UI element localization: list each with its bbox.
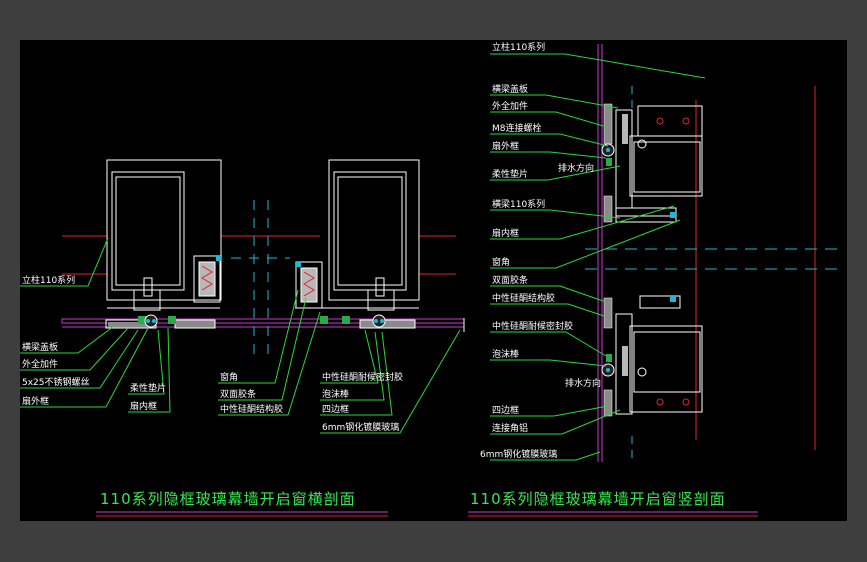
- label-mullion-right: 立柱110系列: [492, 41, 545, 53]
- label-pad-right: 柔性垫片: [492, 168, 528, 180]
- label-four-side-frame-right: 四边框: [492, 404, 519, 416]
- label-drain-1: 排水方向: [558, 162, 594, 174]
- label-sash-outer-left: 扇外框: [22, 395, 49, 407]
- label-foam-rod-right: 泡沫棒: [492, 348, 519, 360]
- label-screw-left: 5x25不锈钢螺丝: [22, 376, 90, 388]
- drawing-canvas: 立柱110系列 横梁盖板 外全加件 5x25不锈钢螺丝 扇外框 柔性垫片 扇内框…: [20, 40, 847, 521]
- left-section-drawing: [61, 159, 465, 360]
- right-section-drawing: [585, 44, 840, 462]
- label-glass-right: 6mm钢化镀膜玻璃: [480, 448, 557, 460]
- label-four-side-frame-left: 四边框: [322, 403, 349, 415]
- label-weather-sealant-right: 中性硅酮耐候密封胶: [492, 320, 573, 332]
- label-mullion-left: 立柱110系列: [22, 274, 75, 286]
- label-window-corner-right: 窗角: [492, 256, 510, 268]
- cad-drawing: 立柱110系列 横梁盖板 外全加件 5x25不锈钢螺丝 扇外框 柔性垫片 扇内框…: [20, 41, 840, 517]
- label-transom-right: 横梁110系列: [492, 198, 545, 210]
- label-glue-strip-right: 双面胶条: [492, 274, 528, 286]
- label-corner-alu-right: 连接角铝: [492, 422, 528, 434]
- label-foam-rod-left: 泡沫棒: [322, 388, 349, 400]
- left-title: 110系列隐框玻璃幕墙开启窗横剖面: [100, 490, 356, 508]
- label-glass-left: 6mm钢化镀膜玻璃: [322, 421, 399, 433]
- label-struct-sealant-left: 中性硅酮结构胶: [220, 403, 283, 415]
- label-cover-right: 横梁盖板: [492, 83, 528, 95]
- label-outer-part-right: 外全加件: [492, 100, 528, 112]
- label-weather-sealant-left: 中性硅酮耐候密封胶: [322, 371, 403, 383]
- label-struct-sealant-right: 中性硅酮结构胶: [492, 292, 555, 304]
- label-outer-part-left: 外全加件: [22, 358, 58, 370]
- right-title: 110系列隐框玻璃幕墙开启窗竖剖面: [470, 490, 726, 508]
- label-glue-strip-left: 双面胶条: [220, 388, 256, 400]
- label-cover-left: 横梁盖板: [22, 341, 58, 353]
- label-sash-inner-left: 扇内框: [130, 400, 157, 412]
- label-sash-inner-right: 扇内框: [492, 227, 519, 239]
- label-drain-2: 排水方向: [565, 377, 601, 389]
- label-pad-left: 柔性垫片: [130, 382, 166, 394]
- label-window-corner-left: 窗角: [220, 371, 238, 383]
- left-leaders: [20, 237, 461, 434]
- label-bolt-right: M8连接螺栓: [492, 122, 542, 134]
- label-sash-outer-right: 扇外框: [492, 140, 519, 152]
